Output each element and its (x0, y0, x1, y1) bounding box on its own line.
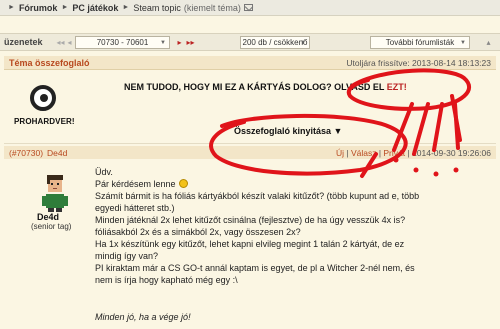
prev-page-icon[interactable]: ◂ (65, 38, 74, 47)
logo-text: PROHARDVER! (14, 117, 75, 126)
count-select-value: 200 db / csökkenő (242, 38, 308, 47)
more-forums-value: További fórumlisták (385, 38, 455, 47)
topic-summary-header: Téma összefoglaló Utoljára frissítve: 20… (4, 56, 496, 70)
first-page-icon[interactable]: ◂◂ (56, 38, 65, 47)
last-page-icon[interactable]: ▸▸ (186, 38, 195, 47)
more-forums-select[interactable]: További fórumlisták ▼ (370, 36, 470, 49)
post-line: Üdv. (95, 167, 113, 177)
post-line: Ha 1x készítünk egy kitűzőt, lehet kapni… (95, 239, 405, 249)
author-rank: (senior tag) (31, 222, 72, 231)
post-header: (#70730) De4d Új | Válasz | Privát | 201… (4, 146, 496, 159)
scroll-up-icon[interactable]: ▴ (484, 38, 493, 47)
post-timestamp: 2014-09-30 19:26:06 (412, 147, 491, 158)
expand-summary-button[interactable]: Összefoglaló kinyitása ▼ (234, 126, 342, 136)
notice-link[interactable]: EZT! (387, 82, 407, 92)
mail-icon[interactable] (243, 4, 253, 11)
messages-label: üzenetek (4, 37, 43, 47)
private-button[interactable]: Privát (383, 148, 405, 158)
topic-summary-panel: PROHARDVER! NEM TUDOD, HOGY MI EZ A KÁRT… (4, 71, 496, 144)
prohardver-logo-icon (30, 85, 56, 111)
post-line: fóliásakból 2x és a simákból 2x, vagy ös… (95, 227, 301, 237)
post-line: Pár kérdésem lenne (95, 179, 176, 189)
last-updated: Utoljára frissítve: 2013-08-14 18:13:23 (346, 57, 491, 68)
smiley-icon (179, 179, 189, 188)
range-select-value: 70730 - 70601 (96, 38, 149, 47)
notice-text: NEM TUDOD, HOGY MI EZ A KÁRTYÁS DOLOG? O… (124, 82, 385, 92)
reply-button[interactable]: Válasz (351, 148, 377, 158)
post-line: Minden játéknál 2x lehet kitűzőt csináln… (95, 215, 406, 225)
post-number[interactable]: (#70730) (9, 148, 43, 158)
next-page-icon[interactable]: ▸ (175, 38, 184, 47)
post-actions: Új | Válasz | Privát | 2014-09-30 19:26:… (335, 147, 491, 158)
avatar[interactable] (36, 172, 74, 212)
post-line-with-smiley: Pár kérdésem lenne (95, 178, 495, 190)
breadcrumb-forums[interactable]: Fórumok (19, 3, 58, 13)
message-navbar: üzenetek ◂◂ ◂ 70730 - 70601 ▼ ▸ ▸▸ 200 d… (0, 33, 500, 51)
breadcrumb-topic[interactable]: Steam topic (133, 3, 181, 13)
chevron-down-icon: ▼ (460, 39, 466, 46)
post-line: mindig így van? (95, 251, 159, 261)
chevron-right-icon: ► (122, 4, 130, 11)
post-user-link[interactable]: De4d (47, 148, 67, 158)
post-signature: Minden jó, ha a vége jó! (95, 312, 191, 322)
breadcrumb-topic-flag: (kiemelt téma) (183, 2, 241, 13)
post-line: Számít bármit is ha fóliás kártyákból ké… (95, 191, 420, 201)
count-select[interactable]: 200 db / csökkenő ▼ (240, 36, 310, 49)
post-body: Üdv. Pár kérdésem lenne Számít bármit is… (95, 166, 495, 286)
post-line: PI kiraktam már a CS GO-t annál kaptam i… (95, 263, 415, 273)
summary-notice: NEM TUDOD, HOGY MI EZ A KÁRTYÁS DOLOG? O… (124, 82, 407, 92)
chevron-right-icon: ► (8, 4, 15, 11)
breadcrumb: ► Fórumok ► PC játékok ► Steam topic (ki… (0, 0, 500, 16)
author-name[interactable]: De4d (37, 212, 59, 222)
new-button[interactable]: Új (336, 148, 344, 158)
chevron-down-icon: ▼ (300, 39, 306, 46)
topic-summary-title: Téma összefoglaló (9, 57, 90, 68)
breadcrumb-pc-games[interactable]: PC játékok (72, 3, 118, 13)
range-select[interactable]: 70730 - 70601 ▼ (75, 36, 170, 49)
chevron-right-icon: ► (61, 4, 69, 11)
post-line: nem is írja hogy kapható még egy :\ (95, 275, 238, 285)
chevron-down-icon: ▼ (160, 39, 166, 46)
post-line: egyedi hátteret stb.) (95, 203, 175, 213)
